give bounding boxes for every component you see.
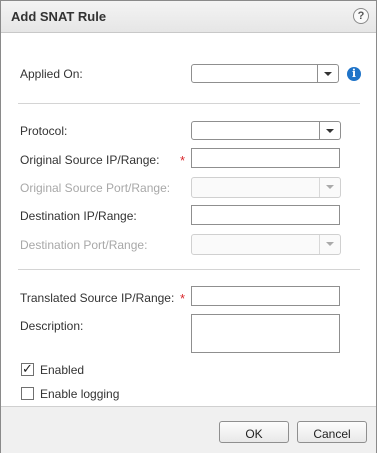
chevron-down-icon	[319, 178, 340, 197]
enable-logging-checkbox[interactable]	[21, 387, 34, 400]
cancel-button[interactable]: Cancel	[297, 421, 367, 443]
dialog-titlebar: Add SNAT Rule ?	[1, 1, 376, 33]
original-source-port-label: Original Source Port/Range:	[20, 181, 171, 195]
dialog-title: Add SNAT Rule	[11, 9, 107, 24]
required-marker: *	[180, 153, 186, 168]
protocol-label: Protocol:	[20, 124, 68, 138]
enabled-label[interactable]: Enabled	[40, 363, 84, 377]
dialog-footer: OK Cancel	[1, 406, 376, 453]
original-source-ip-input[interactable]	[191, 148, 340, 168]
destination-port-select[interactable]	[191, 234, 341, 255]
divider	[18, 269, 360, 270]
add-snat-rule-dialog: Add SNAT Rule ? Applied On: i Protocol: …	[0, 0, 377, 453]
divider	[18, 103, 360, 104]
translated-source-ip-label: Translated Source IP/Range:	[20, 291, 175, 305]
info-icon[interactable]: i	[347, 67, 361, 81]
help-icon[interactable]: ?	[353, 8, 369, 24]
destination-ip-label: Destination IP/Range:	[20, 209, 137, 223]
applied-on-select[interactable]	[191, 64, 339, 83]
checkmark-icon: ✓	[22, 361, 33, 376]
required-marker: *	[180, 291, 186, 306]
destination-ip-input[interactable]	[191, 205, 340, 225]
chevron-down-icon[interactable]	[317, 65, 338, 82]
applied-on-label: Applied On:	[20, 67, 83, 81]
description-label: Description:	[20, 319, 84, 333]
enable-logging-label[interactable]: Enable logging	[40, 387, 119, 401]
chevron-down-icon[interactable]	[319, 122, 340, 139]
original-source-ip-label: Original Source IP/Range:	[20, 153, 160, 167]
enabled-checkbox[interactable]: ✓	[21, 361, 34, 376]
protocol-select[interactable]	[191, 121, 341, 140]
destination-port-label: Destination Port/Range:	[20, 238, 148, 252]
translated-source-ip-input[interactable]	[191, 286, 340, 306]
ok-button[interactable]: OK	[219, 421, 289, 443]
original-source-port-select[interactable]	[191, 177, 341, 198]
description-textarea[interactable]	[191, 314, 340, 353]
chevron-down-icon	[319, 235, 340, 254]
